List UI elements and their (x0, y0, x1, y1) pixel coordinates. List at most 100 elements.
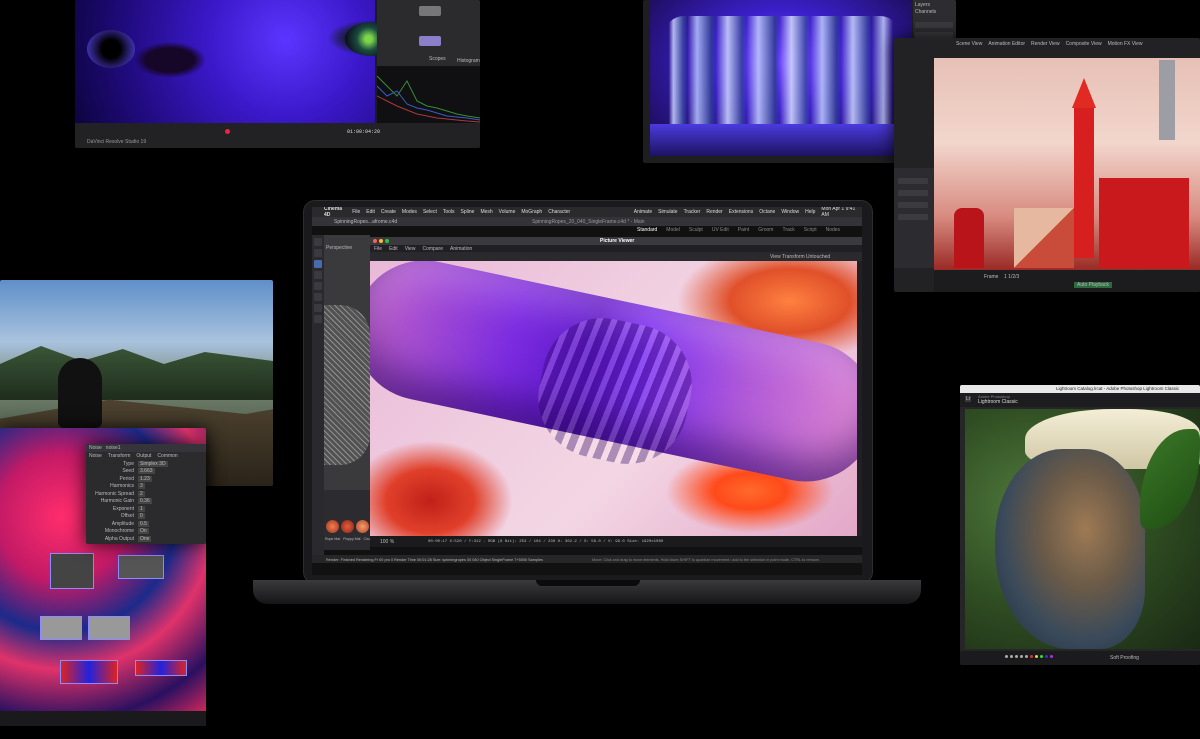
knife-tool-icon[interactable] (314, 293, 322, 301)
menu-item[interactable]: Window (781, 209, 799, 215)
doc-tab[interactable]: SpinningRopes...afrome.c4d (334, 219, 397, 225)
node[interactable] (419, 6, 441, 16)
move-tool-icon[interactable] (314, 238, 322, 246)
menu-item[interactable]: Edit (366, 209, 375, 215)
menu-item[interactable]: Spline (461, 209, 475, 215)
view-transform[interactable]: View Transform Untouched (770, 254, 830, 260)
menu-item[interactable]: File (352, 209, 360, 215)
red-cone (1072, 78, 1096, 108)
td-node-b[interactable] (118, 555, 164, 579)
layout-tab[interactable]: UV Edit (712, 227, 729, 233)
auto-playback-button[interactable]: Auto Playback (1074, 282, 1112, 288)
houdini-viewport[interactable] (934, 58, 1200, 270)
houdini-tab[interactable]: Motion FX View (1108, 41, 1143, 47)
character (58, 358, 102, 428)
td-subtab[interactable]: Common (157, 453, 177, 459)
menu-item[interactable]: Animate (634, 209, 652, 215)
td-param-value[interactable]: Simplex 3D (138, 460, 168, 467)
pv-menu[interactable]: File (374, 246, 382, 252)
td-node-f[interactable] (135, 660, 187, 676)
menu-item[interactable]: Modes (402, 209, 417, 215)
layout-tab[interactable]: Paint (738, 227, 749, 233)
pv-menu[interactable]: Animation (450, 246, 472, 252)
menu-item[interactable]: Extensions (729, 209, 753, 215)
menu-item[interactable]: MoGraph (521, 209, 542, 215)
menu-item[interactable]: Create (381, 209, 396, 215)
layout-tab[interactable]: Track (782, 227, 794, 233)
td-param-value[interactable]: 1.23 (138, 475, 152, 482)
menu-item[interactable]: Octane (759, 209, 775, 215)
td-param-value[interactable]: 1 (138, 505, 145, 512)
layout-tab[interactable]: Sculpt (689, 227, 703, 233)
td-node-a[interactable] (50, 553, 94, 589)
td-param-value[interactable]: 0.5 (138, 520, 149, 527)
brush-tool-icon[interactable] (314, 304, 322, 312)
td-tab[interactable]: noise1 (106, 445, 121, 451)
td-node-c[interactable] (40, 616, 82, 640)
td-node-e[interactable] (60, 660, 118, 684)
layout-tab[interactable]: Nodes (826, 227, 840, 233)
panel-tab[interactable]: Channels (915, 9, 936, 15)
houdini-tab[interactable]: Scene View (956, 41, 982, 47)
laptop-notch (536, 580, 640, 586)
layout-tab[interactable]: Groom (758, 227, 773, 233)
td-param-value[interactable]: 2 (138, 490, 145, 497)
pv-title: Picture Viewer (600, 238, 635, 244)
houdini-tab[interactable]: Animation Editor (988, 41, 1025, 47)
houdini-tab[interactable]: Render View (1031, 41, 1060, 47)
3d-viewport[interactable]: Perspective (324, 235, 370, 490)
play-button[interactable] (225, 129, 230, 134)
lightroom-window: Lightroom Catalog.lrcat - Adobe Photosho… (960, 385, 1200, 665)
rating-dots[interactable] (1005, 655, 1053, 658)
menu-item[interactable]: Select (423, 209, 437, 215)
td-subtab[interactable]: Noise (89, 453, 102, 459)
td-param-value[interactable]: One (138, 535, 152, 542)
magnet-tool-icon[interactable] (314, 315, 322, 323)
material-swatch[interactable] (341, 520, 354, 533)
menu-item[interactable]: Render (706, 209, 722, 215)
menu-item[interactable]: Tracker (684, 209, 701, 215)
menu-item[interactable]: Simulate (658, 209, 677, 215)
menu-item[interactable]: Tools (443, 209, 455, 215)
material-swatch[interactable] (356, 520, 369, 533)
houdini-tab[interactable]: Composite View (1066, 41, 1102, 47)
close-button[interactable] (373, 239, 377, 243)
td-subtab[interactable]: Output (136, 453, 151, 459)
pen-tool-icon[interactable] (314, 282, 322, 290)
td-param-label: Harmonic Gain (100, 498, 134, 505)
menu-item[interactable]: Mesh (480, 209, 492, 215)
layout-tab[interactable]: Standard (637, 227, 657, 233)
c4d-statusbar: Render: Finished Rendering Fr 00 pro 0 R… (312, 555, 862, 563)
pv-menu[interactable]: Compare (422, 246, 443, 252)
soft-proofing-label[interactable]: Soft Proofing (1110, 655, 1139, 661)
td-param-value[interactable]: 3.663 (138, 468, 155, 475)
menu-item[interactable]: Character (548, 209, 570, 215)
scale-tool-icon[interactable] (314, 249, 322, 257)
layout-tab[interactable]: Script (804, 227, 817, 233)
panel-tab[interactable]: Layers (915, 2, 930, 8)
td-param-value[interactable]: On (138, 528, 149, 535)
node[interactable] (419, 36, 441, 46)
menu-item[interactable]: Volume (499, 209, 516, 215)
rotate-tool-icon[interactable] (314, 260, 322, 268)
minimize-button[interactable] (379, 239, 383, 243)
pv-menu[interactable]: View (405, 246, 416, 252)
doc-title: SpinningRopes_20_040_SingleFrame.c4d * -… (532, 219, 645, 225)
td-param-value[interactable]: 0 (138, 513, 145, 520)
select-tool-icon[interactable] (314, 271, 322, 279)
material-swatch[interactable] (326, 520, 339, 533)
node-editor[interactable]: Scopes (377, 0, 480, 66)
menu-item[interactable]: Help (805, 209, 815, 215)
td-tab[interactable]: Noise (89, 445, 102, 451)
zoom-button[interactable] (385, 239, 389, 243)
zoom-level[interactable]: 100 % (380, 539, 394, 545)
td-param-value[interactable]: 3 (138, 483, 145, 490)
layout-tab[interactable]: Model (666, 227, 680, 233)
td-param-value[interactable]: 0.36 (138, 498, 152, 505)
td-subtab[interactable]: Transform (108, 453, 131, 459)
td-node-d[interactable] (88, 616, 130, 640)
render-image (370, 261, 857, 536)
pv-menu[interactable]: Edit (389, 246, 398, 252)
td-param-label: Period (119, 475, 134, 482)
frame-value[interactable]: 1 1/2/3 (1004, 274, 1019, 280)
